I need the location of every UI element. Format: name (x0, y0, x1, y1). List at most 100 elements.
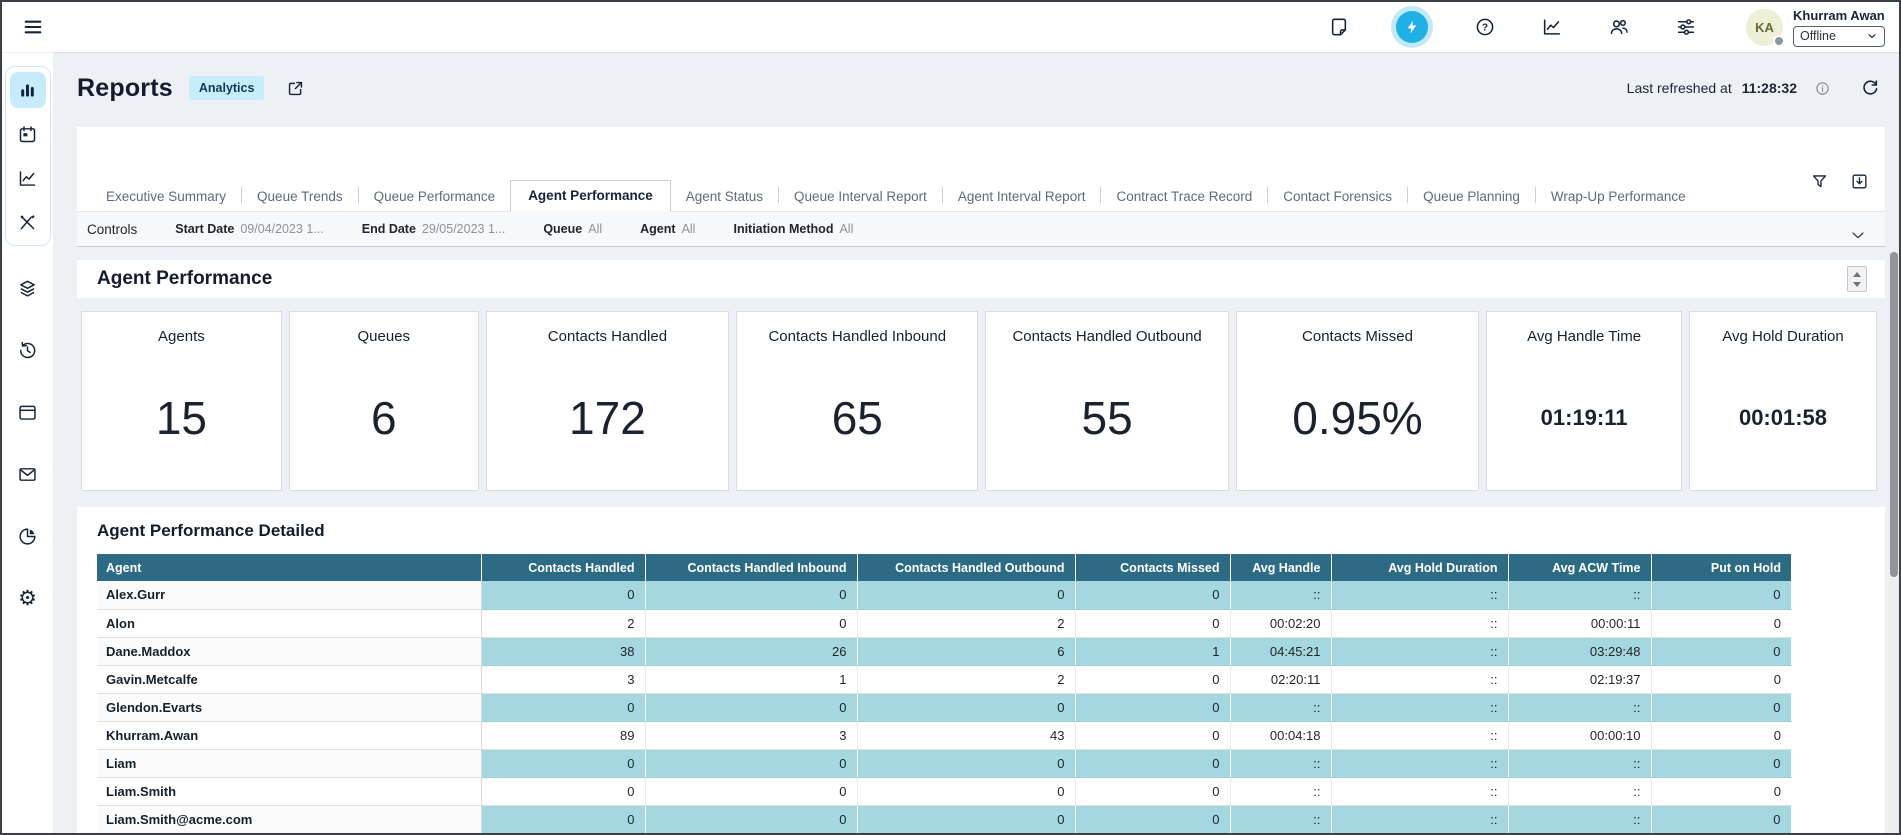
download-icon[interactable] (1847, 169, 1871, 193)
tab-wrap-up-performance[interactable]: Wrap-Up Performance (1536, 183, 1701, 211)
filter-start-date[interactable]: Start Date09/04/2023 1... (175, 222, 323, 236)
column-header-contacts-handled[interactable]: Contacts Handled (481, 554, 645, 581)
tab-queue-trends[interactable]: Queue Trends (242, 183, 358, 211)
filter-agent[interactable]: AgentAll (640, 222, 695, 236)
kpi-label: Queues (358, 328, 411, 345)
sidebar-item-mail[interactable] (10, 456, 46, 492)
kpi-card-avg-handle-time: Avg Handle Time01:19:11 (1486, 311, 1682, 491)
analytics-badge: Analytics (189, 76, 265, 100)
metric-cell: 0 (481, 777, 645, 805)
column-header-contacts-handled-inbound[interactable]: Contacts Handled Inbound (645, 554, 857, 581)
quick-actions-button[interactable] (1391, 6, 1433, 48)
column-header-avg-acw-time[interactable]: Avg ACW Time (1508, 554, 1651, 581)
history-icon (17, 340, 38, 361)
column-header-avg-hold-duration[interactable]: Avg Hold Duration (1331, 554, 1508, 581)
step-up-icon[interactable] (1853, 272, 1861, 277)
tab-agent-interval-report[interactable]: Agent Interval Report (943, 183, 1101, 211)
metric-cell: 0 (1651, 637, 1791, 665)
metric-cell: 26 (645, 637, 857, 665)
metric-cell: 0 (1651, 665, 1791, 693)
tab-queue-planning[interactable]: Queue Planning (1408, 183, 1535, 211)
gear-icon: ⚙ (18, 588, 37, 609)
svg-text:?: ? (1482, 23, 1488, 34)
kpi-label: Agents (158, 328, 205, 345)
tab-queue-performance[interactable]: Queue Performance (359, 183, 511, 211)
tab-contact-forensics[interactable]: Contact Forensics (1268, 183, 1407, 211)
metric-cell: 0 (857, 777, 1075, 805)
tab-queue-interval-report[interactable]: Queue Interval Report (779, 183, 942, 211)
metric-cell: 0 (481, 693, 645, 721)
scrollbar-thumb[interactable] (1890, 252, 1898, 577)
metric-cell: 0 (645, 581, 857, 609)
sidebar-item-history[interactable] (10, 332, 46, 368)
sidebar-item-analytics[interactable] (10, 518, 46, 554)
table-row: Alon202000:02:20::00:00:110 (97, 609, 1791, 637)
metric-cell: 0 (645, 805, 857, 833)
metric-cell: :: (1331, 581, 1508, 609)
column-header-contacts-handled-outbound[interactable]: Contacts Handled Outbound (857, 554, 1075, 581)
info-icon[interactable] (1807, 73, 1837, 103)
metric-cell: 0 (1075, 777, 1230, 805)
filter-end-date[interactable]: End Date29/05/2023 1... (362, 222, 506, 236)
metric-cell: 38 (481, 637, 645, 665)
tab-contract-trace-record[interactable]: Contract Trace Record (1101, 183, 1267, 211)
metric-cell: :: (1331, 805, 1508, 833)
step-down-icon[interactable] (1853, 282, 1861, 287)
layers-icon (17, 278, 38, 299)
filter-label: Initiation Method (733, 222, 833, 236)
metric-cell: 0 (481, 581, 645, 609)
external-link-icon[interactable] (280, 73, 310, 103)
metric-cell: 43 (857, 721, 1075, 749)
metric-cell: 0 (1651, 721, 1791, 749)
metric-cell: 0 (1075, 805, 1230, 833)
metric-cell: :: (1230, 777, 1331, 805)
kpi-value: 15 (156, 391, 207, 445)
avatar[interactable]: KA (1746, 9, 1783, 46)
metric-cell: 0 (857, 693, 1075, 721)
agent-name-cell: Liam (97, 749, 481, 777)
report-tabs-panel: Executive SummaryQueue TrendsQueue Perfo… (77, 127, 1885, 247)
controls-expand-chevron-icon[interactable] (1843, 220, 1873, 250)
controls-label: Controls (87, 222, 137, 237)
tab-agent-status[interactable]: Agent Status (671, 183, 778, 211)
refresh-icon[interactable] (1855, 73, 1885, 103)
section-stepper[interactable] (1847, 266, 1867, 292)
tab-agent-performance[interactable]: Agent Performance (510, 180, 671, 212)
sidebar-item-metrics[interactable] (10, 160, 46, 196)
status-dropdown[interactable]: Offline (1793, 26, 1885, 47)
column-header-put-on-hold[interactable]: Put on Hold (1651, 554, 1791, 581)
hamburger-menu-icon[interactable] (18, 12, 48, 42)
help-icon[interactable]: ? (1470, 12, 1500, 42)
metric-cell: 2 (857, 665, 1075, 693)
filter-initiation-method[interactable]: Initiation MethodAll (733, 222, 853, 236)
sidebar-item-schedule[interactable] (10, 116, 46, 152)
metric-cell: :: (1331, 637, 1508, 665)
metric-cell: 00:00:11 (1508, 609, 1651, 637)
metric-cell: 0 (645, 777, 857, 805)
filter-queue[interactable]: QueueAll (543, 222, 602, 236)
column-header-avg-handle[interactable]: Avg Handle (1230, 554, 1331, 581)
last-refreshed-label: Last refreshed at (1627, 80, 1732, 96)
metric-cell: 0 (645, 749, 857, 777)
sliders-icon[interactable] (1671, 12, 1701, 42)
line-chart-icon[interactable] (1537, 12, 1567, 42)
sidebar-item-settings[interactable]: ⚙ (10, 580, 46, 616)
note-icon[interactable] (1324, 12, 1354, 42)
app-window: ? KA Khurram Awan Offline (0, 0, 1901, 835)
tab-executive-summary[interactable]: Executive Summary (91, 183, 241, 211)
column-header-contacts-missed[interactable]: Contacts Missed (1075, 554, 1230, 581)
pie-chart-icon (17, 526, 38, 547)
metric-cell: 0 (1651, 609, 1791, 637)
metric-cell: 1 (645, 665, 857, 693)
kpi-value: 55 (1082, 391, 1133, 445)
users-icon[interactable] (1604, 12, 1634, 42)
sidebar-item-layers[interactable] (10, 270, 46, 306)
sidebar-item-reports[interactable] (10, 72, 46, 108)
metric-cell: :: (1331, 609, 1508, 637)
metric-cell: 0 (1075, 665, 1230, 693)
vertical-scrollbar[interactable] (1889, 250, 1899, 835)
kpi-label: Contacts Handled Outbound (1012, 328, 1201, 345)
sidebar-item-browser[interactable] (10, 394, 46, 430)
sidebar-item-design[interactable] (10, 204, 46, 240)
column-header-agent[interactable]: Agent (97, 554, 481, 581)
